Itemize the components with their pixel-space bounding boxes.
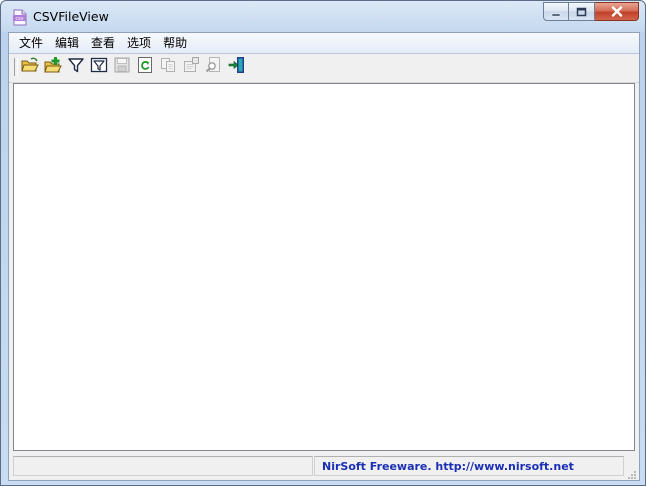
filter-box-button[interactable] bbox=[90, 56, 108, 78]
copy-button[interactable] bbox=[159, 58, 177, 76]
menu-help[interactable]: 帮助 bbox=[157, 33, 193, 53]
filter-button[interactable] bbox=[67, 58, 85, 76]
save-icon bbox=[113, 56, 131, 78]
maximize-icon bbox=[576, 2, 587, 21]
csv-file-icon: csv bbox=[12, 9, 28, 26]
status-pane-info bbox=[13, 456, 313, 476]
close-icon bbox=[611, 2, 623, 21]
open-folder-icon bbox=[21, 56, 39, 78]
exit-button[interactable] bbox=[228, 56, 246, 78]
open-folder-add-icon bbox=[44, 56, 62, 78]
close-button[interactable] bbox=[595, 2, 639, 21]
filter-icon bbox=[67, 56, 85, 78]
caption-buttons bbox=[543, 2, 639, 22]
save-button[interactable] bbox=[113, 56, 131, 78]
properties-button[interactable] bbox=[182, 56, 200, 78]
copy-icon bbox=[159, 56, 177, 78]
status-pane-credit: NirSoft Freeware. http://www.nirsoft.net bbox=[314, 456, 624, 476]
refresh-icon bbox=[136, 56, 154, 78]
menu-view[interactable]: 查看 bbox=[85, 33, 121, 53]
menu-edit[interactable]: 编辑 bbox=[49, 33, 85, 53]
client-area: 文件 编辑 查看 选项 帮助 NirSoft Freeware. http://… bbox=[8, 32, 640, 481]
resize-grip-icon[interactable] bbox=[626, 465, 637, 479]
status-bar: NirSoft Freeware. http://www.nirsoft.net bbox=[9, 454, 639, 479]
minimize-button[interactable] bbox=[543, 2, 569, 21]
menu-bar: 文件 编辑 查看 选项 帮助 bbox=[9, 33, 639, 54]
menu-file[interactable]: 文件 bbox=[9, 33, 49, 53]
refresh-button[interactable] bbox=[136, 56, 154, 78]
csv-list-view[interactable] bbox=[13, 83, 635, 451]
exit-icon bbox=[228, 56, 246, 78]
window-title: CSVFileView bbox=[33, 9, 109, 24]
filter-box-icon bbox=[90, 56, 108, 78]
find-icon bbox=[205, 56, 223, 78]
title-bar[interactable]: csv CSVFileView bbox=[1, 1, 645, 32]
svg-text:csv: csv bbox=[15, 16, 23, 22]
open-add-button[interactable] bbox=[44, 56, 62, 78]
properties-icon bbox=[182, 56, 200, 78]
minimize-icon bbox=[551, 2, 561, 21]
find-button[interactable] bbox=[205, 56, 223, 78]
menu-options[interactable]: 选项 bbox=[121, 33, 157, 53]
open-file-button[interactable] bbox=[21, 56, 39, 78]
toolbar-grip[interactable] bbox=[14, 58, 18, 76]
app-window: csv CSVFileView 文件 编辑 查看 选项 帮助 NirSoft F… bbox=[0, 0, 646, 486]
nirsoft-credit-link[interactable]: NirSoft Freeware. http://www.nirsoft.net bbox=[322, 460, 574, 473]
toolbar bbox=[9, 54, 639, 83]
maximize-button[interactable] bbox=[569, 2, 595, 21]
